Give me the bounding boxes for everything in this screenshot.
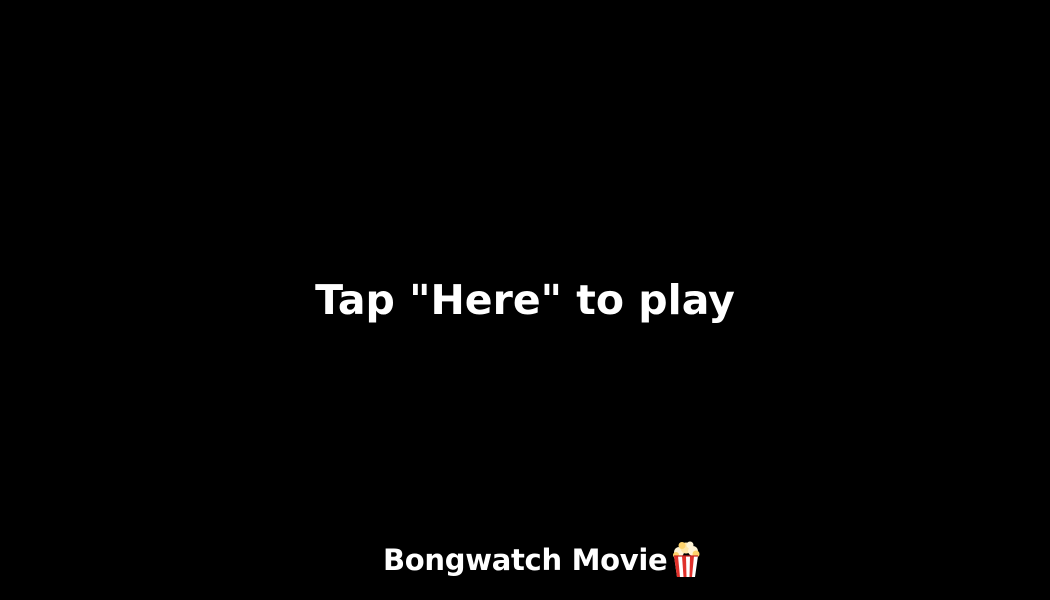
brand-name: Bongwatch Movie	[383, 543, 668, 577]
tap-to-play-prompt[interactable]: Tap "Here" to play	[0, 274, 1050, 326]
video-player-area[interactable]: Tap "Here" to play Bongwatch Movie	[0, 0, 1050, 600]
popcorn-icon	[670, 541, 704, 579]
brand-watermark: Bongwatch Movie	[383, 540, 704, 580]
